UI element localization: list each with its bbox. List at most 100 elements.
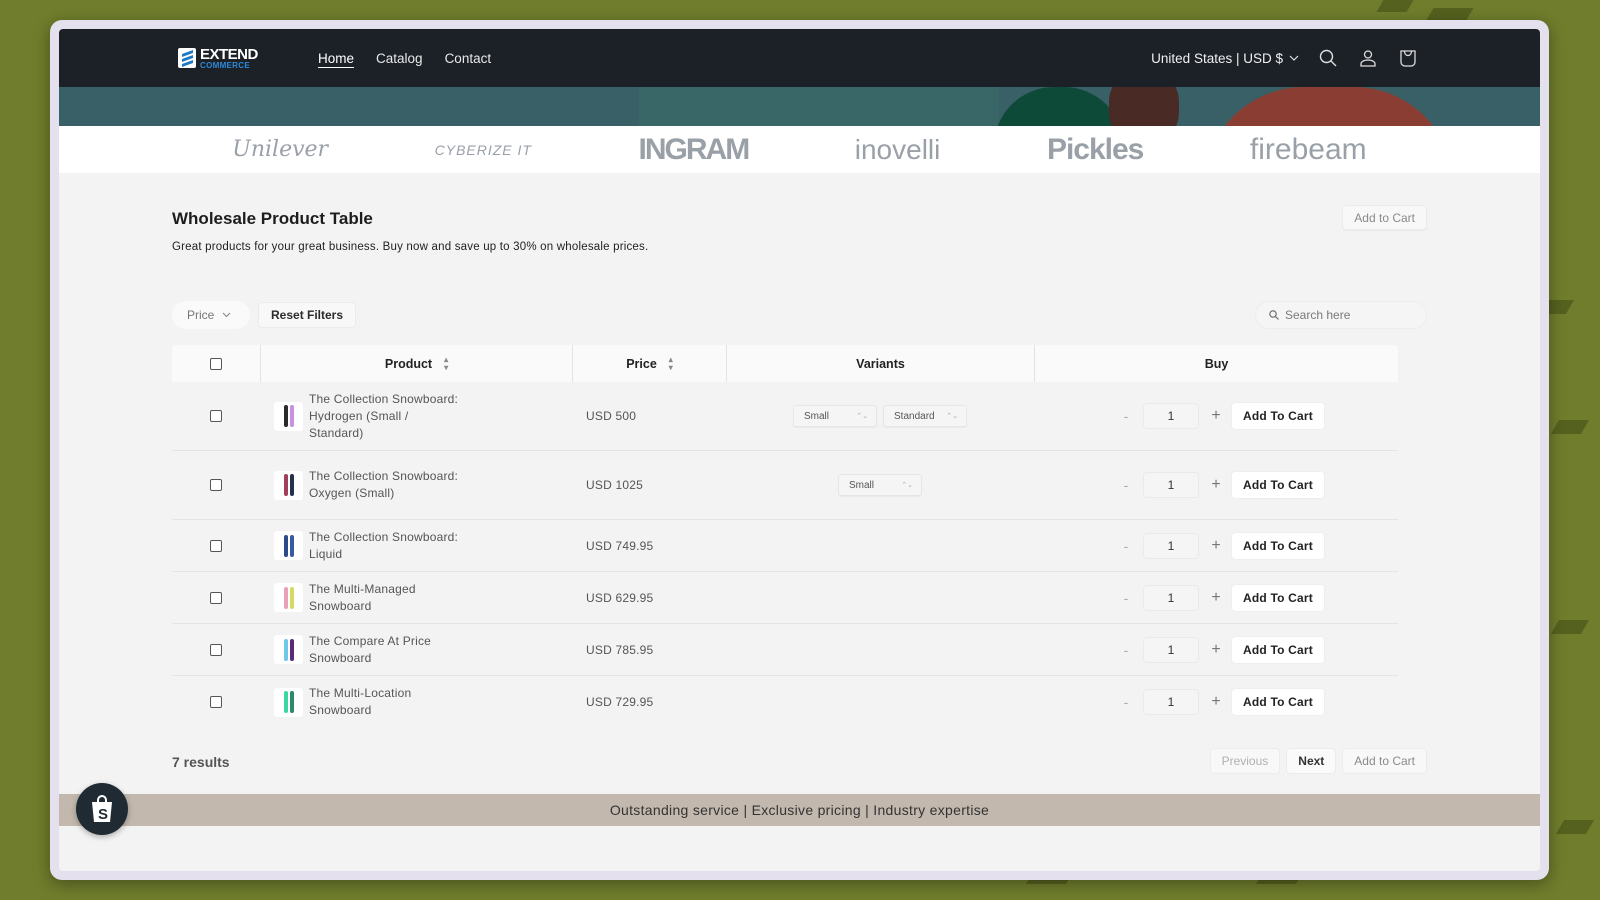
- product-thumbnail[interactable]: [274, 531, 303, 560]
- product-name[interactable]: The Compare At Price Snowboard: [309, 633, 459, 667]
- product-thumbnail[interactable]: [274, 401, 303, 431]
- increase-qty-button[interactable]: +: [1206, 589, 1226, 607]
- account-icon[interactable]: [1357, 47, 1379, 69]
- product-name[interactable]: The Collection Snowboard: Hydrogen (Smal…: [309, 391, 459, 442]
- product-thumbnail[interactable]: [274, 470, 303, 500]
- add-to-cart-top-button[interactable]: Add to Cart: [1342, 205, 1427, 230]
- row-checkbox[interactable]: [210, 479, 222, 491]
- next-page-button[interactable]: Next: [1286, 748, 1337, 774]
- brand-logos-strip: Unilever CYBERIZE IT INGRAM inovelli Pic…: [59, 126, 1540, 173]
- quantity-input[interactable]: [1143, 532, 1199, 559]
- product-cell: The Multi-Managed Snowboard: [260, 581, 572, 615]
- column-header-price[interactable]: Price ▴ ▾: [572, 345, 726, 382]
- page-title: Wholesale Product Table: [172, 209, 373, 228]
- product-cell: The Collection Snowboard: Hydrogen (Smal…: [260, 391, 572, 442]
- background-pattern: [1555, 820, 1595, 834]
- product-price: USD 749.95: [586, 538, 654, 553]
- row-select-cell: [172, 696, 260, 708]
- row-select-cell: [172, 410, 260, 422]
- add-to-cart-button[interactable]: Add To Cart: [1231, 583, 1325, 612]
- table-row: The Collection Snowboard: Hydrogen (Smal…: [172, 382, 1398, 451]
- page-subtitle: Great products for your great business. …: [172, 241, 649, 253]
- add-to-cart-button[interactable]: Add To Cart: [1231, 635, 1325, 664]
- buy-cell: - + Add To Cart: [1034, 635, 1398, 664]
- product-name[interactable]: The Collection Snowboard: Liquid: [309, 529, 459, 563]
- quantity-input[interactable]: [1143, 472, 1199, 498]
- row-checkbox[interactable]: [210, 696, 222, 708]
- price-filter-label: Price: [187, 308, 215, 322]
- product-price: USD 629.95: [586, 590, 654, 605]
- product-thumbnail[interactable]: [274, 635, 303, 664]
- row-checkbox[interactable]: [210, 539, 222, 552]
- product-cell: The Compare At Price Snowboard: [260, 633, 572, 667]
- nav-contact[interactable]: Contact: [445, 51, 492, 66]
- product-thumbnail[interactable]: [274, 687, 303, 717]
- shopify-bag-icon[interactable]: S: [76, 783, 128, 835]
- increase-qty-button[interactable]: +: [1206, 407, 1226, 425]
- add-to-cart-button[interactable]: Add To Cart: [1231, 402, 1325, 430]
- variant-select[interactable]: Standard ⌃⌄: [883, 405, 967, 427]
- search-input[interactable]: [1285, 308, 1415, 322]
- decrease-qty-button[interactable]: -: [1116, 642, 1136, 658]
- decrease-qty-button[interactable]: -: [1116, 590, 1136, 606]
- add-to-cart-button[interactable]: Add To Cart: [1231, 471, 1325, 499]
- footer-tagline-bar: Outstanding service | Exclusive pricing …: [59, 794, 1540, 826]
- decrease-qty-button[interactable]: -: [1116, 408, 1136, 424]
- search-icon[interactable]: [1317, 47, 1339, 69]
- table-row: The Multi-Managed Snowboard USD 629.95 -…: [172, 572, 1398, 624]
- table-row: The Collection Snowboard: Liquid USD 749…: [172, 520, 1398, 572]
- footer-tagline: Outstanding service | Exclusive pricing …: [609, 802, 990, 818]
- increase-qty-button[interactable]: +: [1206, 537, 1226, 555]
- column-header-product[interactable]: Product ▴ ▾: [260, 345, 572, 382]
- decrease-qty-button[interactable]: -: [1116, 694, 1136, 710]
- product-price: USD 1025: [586, 478, 643, 492]
- add-to-cart-bottom-button[interactable]: Add to Cart: [1342, 748, 1427, 774]
- cart-icon[interactable]: [1397, 47, 1419, 69]
- background-pattern: [1550, 620, 1590, 634]
- increase-qty-button[interactable]: +: [1206, 641, 1226, 659]
- variant-select[interactable]: Small ⌃⌄: [838, 474, 922, 496]
- pagination: Previous Next Add to Cart: [1209, 748, 1427, 774]
- store-window: EXTEND COMMERCE Home Catalog Contact Uni…: [59, 29, 1540, 871]
- row-checkbox[interactable]: [210, 410, 222, 422]
- reset-filters-button[interactable]: Reset Filters: [258, 302, 357, 328]
- increase-qty-button[interactable]: +: [1206, 476, 1226, 494]
- row-checkbox[interactable]: [210, 643, 222, 656]
- search-field[interactable]: [1255, 301, 1427, 329]
- add-to-cart-button[interactable]: Add To Cart: [1231, 531, 1325, 560]
- nav-catalog[interactable]: Catalog: [376, 51, 423, 66]
- product-thumbnail[interactable]: [274, 583, 303, 612]
- product-name[interactable]: The Multi-Managed Snowboard: [309, 581, 459, 615]
- svg-text:S: S: [98, 806, 108, 823]
- variants-cell: Small ⌃⌄ Standard ⌃⌄: [726, 405, 1034, 427]
- column-header-buy: Buy: [1034, 345, 1398, 382]
- increase-qty-button[interactable]: +: [1206, 693, 1226, 711]
- buy-cell: - + Add To Cart: [1034, 402, 1398, 430]
- decrease-qty-button[interactable]: -: [1116, 477, 1136, 493]
- product-name[interactable]: The Multi-Location Snowboard: [309, 685, 459, 719]
- price-filter-dropdown[interactable]: Price: [172, 301, 250, 329]
- quantity-input[interactable]: [1143, 689, 1199, 715]
- background-pattern: [1376, 0, 1414, 12]
- quantity-input[interactable]: [1143, 636, 1199, 663]
- row-checkbox[interactable]: [210, 591, 222, 604]
- product-name[interactable]: The Collection Snowboard: Oxygen (Small): [309, 468, 459, 502]
- sort-icon[interactable]: ▴ ▾: [444, 355, 448, 372]
- logo[interactable]: EXTEND COMMERCE: [178, 47, 318, 70]
- sort-icon[interactable]: ▴ ▾: [669, 355, 673, 372]
- search-icon: [1269, 310, 1279, 320]
- brand-logo-firebeam: firebeam: [1249, 132, 1367, 166]
- decrease-qty-button[interactable]: -: [1116, 538, 1136, 554]
- background-pattern: [1426, 8, 1474, 20]
- quantity-input[interactable]: [1143, 584, 1199, 611]
- chevron-down-icon: [1289, 55, 1299, 61]
- quantity-input[interactable]: [1143, 403, 1199, 429]
- previous-page-button[interactable]: Previous: [1209, 748, 1281, 774]
- variant-select[interactable]: Small ⌃⌄: [793, 405, 877, 427]
- nav-home[interactable]: Home: [318, 51, 354, 66]
- buy-cell: - + Add To Cart: [1034, 531, 1398, 560]
- select-all-checkbox[interactable]: [210, 357, 222, 370]
- select-arrows-icon: ⌃⌄: [946, 413, 958, 420]
- add-to-cart-button[interactable]: Add To Cart: [1231, 688, 1325, 716]
- locale-selector[interactable]: United States | USD $: [1151, 51, 1299, 66]
